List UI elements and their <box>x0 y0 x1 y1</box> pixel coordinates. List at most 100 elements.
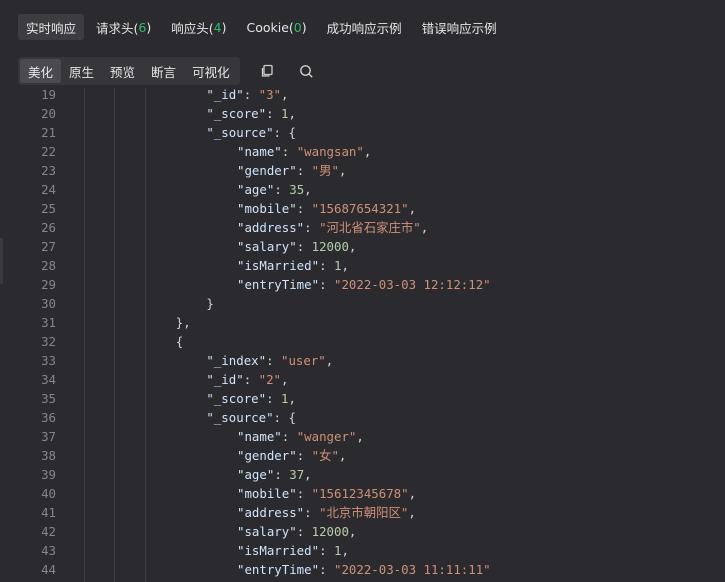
code-text: "address": "北京市朝阳区", <box>237 503 416 522</box>
search-icon[interactable] <box>294 58 320 84</box>
json-key: "isMarried" <box>237 543 320 558</box>
json-key: "mobile" <box>237 486 297 501</box>
tab-label: 错误响应示例 <box>421 20 497 36</box>
json-punct: : <box>281 429 297 444</box>
tab-response-headers[interactable]: 响应头(4) <box>163 14 234 40</box>
json-punct: : <box>243 372 259 387</box>
view-mode-preview[interactable]: 预览 <box>102 59 143 83</box>
json-string: "3" <box>258 88 282 102</box>
code-line: 35 "_score": 1, <box>0 389 725 408</box>
code-text: "mobile": "15687654321", <box>237 199 416 218</box>
json-punct: : <box>296 486 312 501</box>
tab-cookie[interactable]: Cookie(0) <box>238 14 314 40</box>
code-line: 40 "mobile": "15612345678", <box>0 484 725 503</box>
json-punct: : <box>319 543 334 558</box>
code-text: "_score": 1, <box>206 104 296 123</box>
json-key: "entryTime" <box>237 562 320 577</box>
tab-error-example[interactable]: 错误响应示例 <box>414 14 505 40</box>
code-text: "age": 35, <box>237 180 312 199</box>
json-key: "_index" <box>206 353 267 368</box>
view-mode-raw[interactable]: 原生 <box>61 59 102 83</box>
view-mode-assert[interactable]: 断言 <box>143 59 184 83</box>
json-number: 12000 <box>311 239 349 254</box>
json-string: "北京市朝阳区" <box>319 505 409 520</box>
line-number: 33 <box>41 353 56 368</box>
copy-icon[interactable] <box>254 58 280 84</box>
json-punct: , <box>288 106 296 121</box>
json-punct: : <box>274 182 290 197</box>
json-key: "_id" <box>206 372 244 387</box>
json-key: "_source" <box>206 125 274 140</box>
json-string: "河北省石家庄市" <box>319 220 421 235</box>
code-text: "_source": { <box>206 408 296 427</box>
line-number: 31 <box>41 315 56 330</box>
code-text: { <box>176 332 183 351</box>
code-line: 44 "entryTime": "2022-03-03 11:11:11" <box>0 560 725 579</box>
view-mode-beautify[interactable]: 美化 <box>20 59 62 83</box>
code-text: "gender": "女", <box>237 446 346 465</box>
json-punct: : <box>296 239 312 254</box>
response-tabs: 实时响应 请求头(6) 响应头(4) Cookie(0) 成功响应示例 错误响应… <box>0 0 725 54</box>
code-line: 30} <box>0 294 725 313</box>
line-number: 34 <box>41 372 56 387</box>
code-line: 21 "_source": { <box>0 123 725 142</box>
code-line: 23 "gender": "男", <box>0 161 725 180</box>
line-number: 42 <box>41 524 56 539</box>
json-string: "男" <box>311 163 339 178</box>
line-number: 35 <box>41 391 56 406</box>
view-toolbar: 美化 原生 预览 断言 可视化 <box>18 57 320 85</box>
json-punct: , <box>348 239 357 254</box>
line-number: 36 <box>41 410 56 425</box>
line-number: 44 <box>41 562 56 577</box>
view-mode-switch: 美化 原生 预览 断言 可视化 <box>18 57 240 85</box>
code-line: 42 "salary": 12000, <box>0 522 725 541</box>
tab-realtime-response[interactable]: 实时响应 <box>18 14 85 40</box>
json-punct: , <box>408 505 416 520</box>
json-string: "2022-03-03 11:11:11" <box>333 562 491 577</box>
json-string: "user" <box>281 353 326 368</box>
tab-suffix: ) <box>221 19 227 35</box>
line-number: 40 <box>41 486 56 501</box>
code-text: "salary": 12000, <box>237 237 356 256</box>
tab-label: Cookie( <box>246 19 294 35</box>
tab-request-headers[interactable]: 请求头(6) <box>88 14 159 40</box>
tab-label: 实时响应 <box>26 20 77 36</box>
line-number: 26 <box>41 220 56 235</box>
code-line: 27 "salary": 12000, <box>0 237 725 256</box>
code-text: "_score": 1, <box>206 389 296 408</box>
code-line: 25 "mobile": "15687654321", <box>0 199 725 218</box>
json-punct: , <box>338 448 347 463</box>
tab-label: 请求头( <box>96 20 139 36</box>
line-number: 19 <box>41 88 56 102</box>
json-number: 35 <box>289 182 305 197</box>
code-text: "name": "wangsan", <box>237 142 371 161</box>
tab-success-example[interactable]: 成功响应示例 <box>319 14 410 40</box>
json-punct: }, <box>175 315 191 330</box>
code-text: "_id": "2", <box>206 370 288 389</box>
json-key: "_source" <box>206 410 274 425</box>
code-text: "entryTime": "2022-03-03 12:12:12" <box>237 275 491 294</box>
json-punct: , <box>420 220 429 235</box>
json-string: "wanger" <box>296 429 357 444</box>
json-key: "address" <box>237 505 305 520</box>
tab-suffix: ) <box>146 19 152 35</box>
line-number: 27 <box>41 239 56 254</box>
code-text: "address": "河北省石家庄市", <box>237 218 428 237</box>
code-text: "age": 37, <box>237 465 312 484</box>
code-text: "mobile": "15612345678", <box>237 484 416 503</box>
line-number: 23 <box>41 163 56 178</box>
json-string: "女" <box>311 448 339 463</box>
json-key: "entryTime" <box>237 277 320 292</box>
json-punct: , <box>408 201 417 216</box>
json-punct: , <box>338 163 347 178</box>
json-punct: : <box>266 353 281 368</box>
code-text: }, <box>176 313 191 332</box>
json-key: "_score" <box>206 391 267 406</box>
view-mode-visualize[interactable]: 可视化 <box>184 59 238 83</box>
json-string: "15687654321" <box>311 201 409 216</box>
json-punct: } <box>206 296 214 311</box>
response-body-editor[interactable]: 19 "_id": "3", 20 "_score": 1, 21 "_source": … <box>0 88 725 582</box>
json-punct: : <box>319 277 334 292</box>
code-line: 41 "address": "北京市朝阳区", <box>0 503 725 522</box>
json-key: "name" <box>237 144 282 159</box>
